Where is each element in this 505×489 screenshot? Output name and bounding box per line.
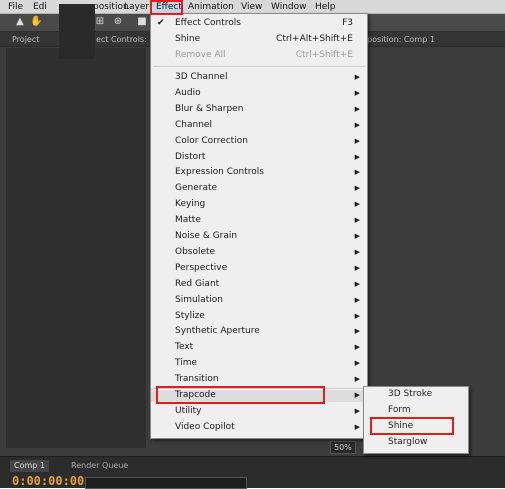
submenu-arrow-icon: ▶ xyxy=(354,232,360,240)
tab-render-queue[interactable]: Render Queue xyxy=(67,460,132,472)
menu-item-text[interactable]: Text ▶ xyxy=(151,340,367,354)
zoom-level[interactable]: 50% xyxy=(330,441,356,454)
menu-window[interactable]: Window xyxy=(271,1,307,13)
trapcode-submenu: 3D Stroke Form Shine Starglow xyxy=(363,386,469,454)
menu-item-color-correction[interactable]: Color Correction ▶ xyxy=(151,134,367,148)
submenu-arrow-icon: ▶ xyxy=(354,422,360,431)
menu-item-obsolete[interactable]: Obsolete ▶ xyxy=(151,245,367,259)
menu-item-keying[interactable]: Keying ▶ xyxy=(151,197,367,211)
effect-menu: ✔ Effect Controls F3 Shine Ctrl+Alt+Shif… xyxy=(150,13,368,439)
submenu-item-3d-stroke[interactable]: 3D Stroke xyxy=(364,387,468,401)
submenu-arrow-icon: ▶ xyxy=(354,200,360,209)
menu-item-blur-sharpen[interactable]: Blur & Sharpen ▶ xyxy=(151,102,367,116)
menu-item-effect-controls[interactable]: ✔ Effect Controls F3 xyxy=(151,16,367,30)
menu-item-simulation[interactable]: Simulation ▶ xyxy=(151,293,367,307)
camera-tool-icon[interactable]: ⊞ xyxy=(94,16,106,28)
menu-item-synthetic-aperture[interactable]: Synthetic Aperture ▶ xyxy=(151,324,367,338)
submenu-arrow-icon: ▶ xyxy=(354,152,360,161)
submenu-arrow-icon: ▶ xyxy=(354,343,360,352)
hand-tool-icon[interactable]: ✋ xyxy=(30,16,42,28)
submenu-arrow-icon: ▶ xyxy=(354,327,360,336)
submenu-arrow-icon: ▶ xyxy=(354,136,360,145)
submenu-arrow-icon: ▶ xyxy=(354,279,360,288)
menu-separator xyxy=(153,388,365,390)
tab-composition[interactable]: position: Comp 1 xyxy=(367,34,435,45)
menu-item-time[interactable]: Time ▶ xyxy=(151,356,367,370)
menu-item-audio[interactable]: Audio ▶ xyxy=(151,86,367,100)
checkmark-icon: ✔ xyxy=(157,18,165,28)
submenu-arrow-icon: ▶ xyxy=(354,104,360,113)
submenu-arrow-icon: ▶ xyxy=(354,120,360,129)
menu-item-matte[interactable]: Matte ▶ xyxy=(151,213,367,227)
menu-item-transition[interactable]: Transition ▶ xyxy=(151,372,367,386)
menu-separator xyxy=(153,66,365,68)
menu-item-stylize[interactable]: Stylize ▶ xyxy=(151,309,367,323)
menu-item-expression-controls[interactable]: Expression Controls ▶ xyxy=(151,165,367,179)
submenu-arrow-icon: ▶ xyxy=(354,375,360,384)
menu-animation[interactable]: Animation xyxy=(188,1,234,13)
menu-item-generate[interactable]: Generate ▶ xyxy=(151,181,367,195)
submenu-arrow-icon: ▶ xyxy=(354,73,360,81)
menu-item-video-copilot[interactable]: Video Copilot ▶ xyxy=(151,420,367,434)
submenu-item-form[interactable]: Form xyxy=(364,403,468,417)
tab-effect-controls[interactable]: ect Controls: xyxy=(96,34,147,45)
submenu-arrow-icon: ▶ xyxy=(354,359,360,368)
submenu-arrow-icon: ▶ xyxy=(354,247,360,256)
menu-edit[interactable]: Edi xyxy=(33,1,47,13)
submenu-arrow-icon: ▶ xyxy=(354,406,360,415)
timeline-panel: Comp 1 Render Queue 0:00:00:00 xyxy=(0,456,505,489)
menu-file[interactable]: File xyxy=(8,1,23,13)
project-panel xyxy=(6,48,146,448)
tab-comp-1[interactable]: Comp 1 xyxy=(10,460,49,472)
selection-tool-icon[interactable]: ▲ xyxy=(14,16,26,28)
menu-item-remove-all: Remove All Ctrl+Shift+E xyxy=(175,50,353,60)
menu-layer[interactable]: Layer xyxy=(124,1,149,13)
menu-item-red-giant[interactable]: Red Giant ▶ xyxy=(151,277,367,291)
menu-item-perspective[interactable]: Perspective ▶ xyxy=(151,261,367,275)
pan-behind-tool-icon[interactable]: ⊛ xyxy=(112,16,124,28)
rectangle-tool-icon[interactable]: ■ xyxy=(136,16,148,28)
menu-item-utility[interactable]: Utility ▶ xyxy=(151,404,367,418)
menu-item-noise-grain[interactable]: Noise & Grain ▶ xyxy=(151,229,367,243)
menu-effect[interactable]: Effect xyxy=(153,1,185,13)
timeline-search-input[interactable] xyxy=(85,477,247,489)
submenu-item-shine[interactable]: Shine xyxy=(364,419,468,433)
submenu-item-starglow[interactable]: Starglow xyxy=(364,435,468,449)
menu-item-distort[interactable]: Distort ▶ xyxy=(151,150,367,164)
submenu-arrow-icon: ▶ xyxy=(354,311,360,320)
menu-item-3d-channel[interactable]: 3D Channel ▶ xyxy=(151,70,367,84)
menu-item-trapcode[interactable]: Trapcode ▶ xyxy=(151,388,367,402)
menu-item-shine-recent[interactable]: Shine Ctrl+Alt+Shift+E xyxy=(151,32,367,46)
tab-project[interactable]: Project xyxy=(12,34,39,45)
submenu-arrow-icon: ▶ xyxy=(354,216,360,225)
menu-help[interactable]: Help xyxy=(315,1,336,13)
submenu-arrow-icon: ▶ xyxy=(354,168,360,177)
submenu-arrow-icon: ▶ xyxy=(354,184,360,193)
menu-item-channel[interactable]: Channel ▶ xyxy=(151,118,367,132)
submenu-arrow-icon: ▶ xyxy=(354,88,360,97)
timecode-display[interactable]: 0:00:00:00 xyxy=(12,474,84,488)
submenu-arrow-icon: ▶ xyxy=(354,391,360,399)
submenu-arrow-icon: ▶ xyxy=(354,263,360,272)
submenu-arrow-icon: ▶ xyxy=(354,295,360,304)
redacted-block xyxy=(59,4,95,59)
menu-view[interactable]: View xyxy=(241,1,262,13)
